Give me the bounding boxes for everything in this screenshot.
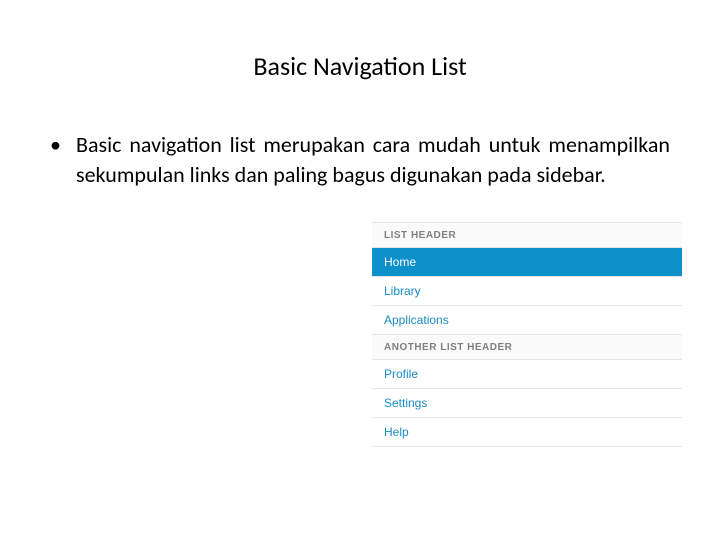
navlist: LIST HEADER Home Library Applications AN… xyxy=(372,222,682,447)
nav-item-profile[interactable]: Profile xyxy=(372,360,682,389)
bullet-marker: • xyxy=(50,130,76,160)
nav-item-help[interactable]: Help xyxy=(372,418,682,447)
nav-header-2: ANOTHER LIST HEADER xyxy=(372,335,682,360)
nav-item-home[interactable]: Home xyxy=(372,248,682,277)
navlist-example: LIST HEADER Home Library Applications AN… xyxy=(372,222,682,447)
nav-item-settings[interactable]: Settings xyxy=(372,389,682,418)
slide: Basic Navigation List • Basic navigation… xyxy=(0,0,720,540)
nav-item-applications[interactable]: Applications xyxy=(372,306,682,335)
bullet-item: • Basic navigation list merupakan cara m… xyxy=(50,130,670,189)
bullet-text: Basic navigation list merupakan cara mud… xyxy=(76,130,670,189)
page-title: Basic Navigation List xyxy=(50,50,670,82)
nav-item-library[interactable]: Library xyxy=(372,277,682,306)
nav-header-1: LIST HEADER xyxy=(372,223,682,248)
